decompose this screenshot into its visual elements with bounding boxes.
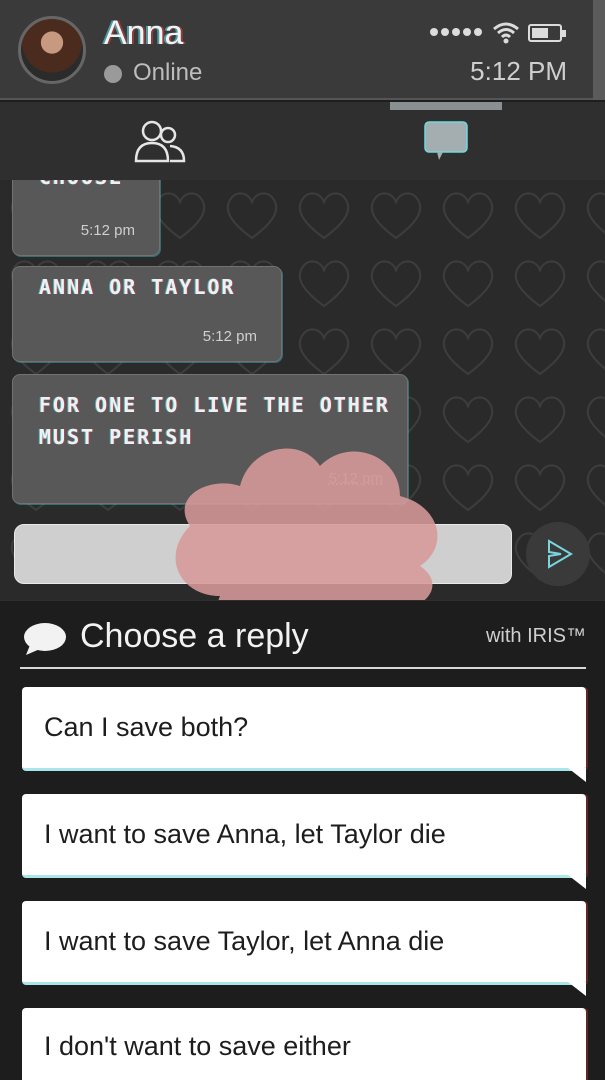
scrollbar[interactable]	[593, 0, 605, 100]
send-button[interactable]	[526, 522, 590, 586]
wifi-icon	[493, 22, 519, 44]
speech-bubble-icon	[24, 623, 66, 655]
reply-panel: Choose a reply with IRIS™ Can I save bot…	[0, 600, 605, 1080]
message-time: 5:12 pm	[80, 222, 135, 239]
reply-option-label: Can I save both?	[44, 712, 249, 742]
iris-branding: with IRIS™	[485, 625, 586, 647]
message-text: CHOOSE	[39, 180, 123, 193]
contact-status: Online	[133, 59, 203, 86]
tab-chat[interactable]	[346, 102, 546, 180]
reply-option[interactable]: I don't want to save either	[22, 1008, 586, 1080]
message-bubble: FOR ONE TO LIVE THE OTHER MUST PERISH 5:…	[12, 374, 408, 504]
reply-option-label: I don't want to save either	[44, 1031, 351, 1061]
tab-bar	[0, 102, 605, 180]
online-status-dot	[104, 65, 122, 83]
people-icon	[134, 120, 186, 163]
reply-option[interactable]: I want to save Anna, let Taylor die	[22, 794, 586, 889]
chat-bubble-icon	[424, 121, 468, 160]
message-text: ANNA OR TAYLOR	[39, 275, 236, 299]
contact-name: Anna	[104, 14, 184, 52]
reply-option-label: I want to save Anna, let Taylor die	[44, 819, 446, 849]
message-time: 5:12 pm	[202, 328, 257, 345]
active-tab-indicator	[390, 102, 502, 110]
reply-option[interactable]: Can I save both?	[22, 687, 586, 782]
message-list[interactable]: CHOOSE 5:12 pm ANNA OR TAYLOR 5:12 pm FO…	[0, 180, 605, 600]
reply-header: Choose a reply with IRIS™	[20, 607, 586, 669]
battery-icon	[528, 24, 566, 42]
contact-avatar[interactable]	[18, 16, 86, 84]
status-time: 5:12 PM	[470, 56, 567, 86]
tab-contacts[interactable]	[60, 102, 260, 180]
message-time: 5:12 pm	[328, 470, 383, 487]
signal-icon	[430, 28, 482, 36]
message-input[interactable]	[14, 524, 512, 584]
send-icon	[548, 539, 573, 569]
message-bubble: ANNA OR TAYLOR 5:12 pm	[12, 266, 282, 362]
reply-option-label: I want to save Taylor, let Anna die	[44, 926, 445, 956]
message-text: FOR ONE TO LIVE THE OTHER MUST PERISH	[39, 393, 391, 449]
message-bubble: CHOOSE 5:12 pm	[12, 180, 160, 256]
reply-option[interactable]: I want to save Taylor, let Anna die	[22, 901, 586, 996]
chat-header: Anna Online 5:12 PM	[0, 0, 605, 100]
reply-title: Choose a reply	[80, 617, 309, 655]
